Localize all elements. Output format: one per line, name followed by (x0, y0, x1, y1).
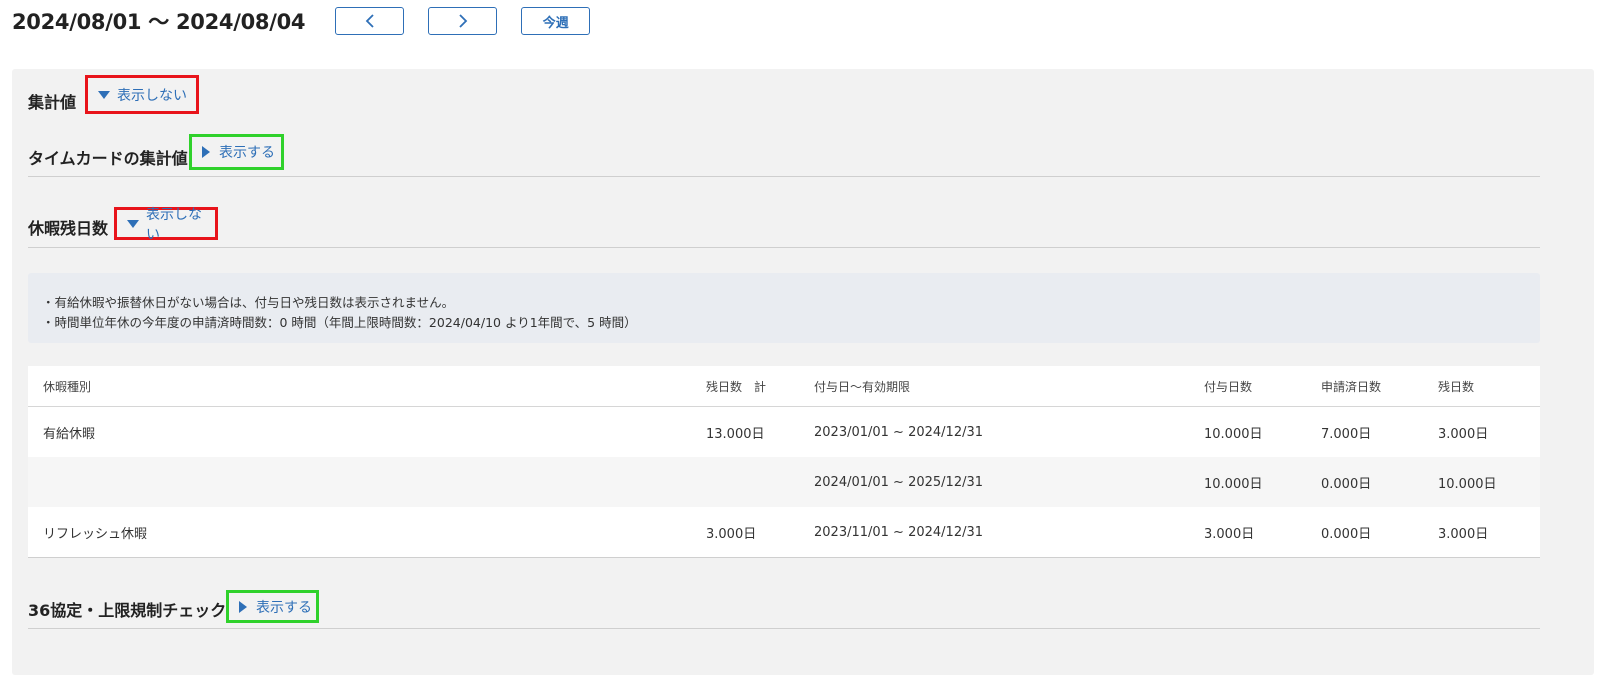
triangle-right-icon (202, 146, 210, 158)
period-toolbar: 2024/08/01 〜 2024/08/04 今週 (12, 6, 591, 36)
triangle-down-icon (127, 219, 139, 228)
chevron-right-icon (459, 14, 467, 28)
grant-period-cell: 2023/11/01 ~ 2024/12/31 (814, 524, 984, 540)
summary-toggle-label: 表示しない (117, 87, 187, 104)
grant-period-cell: 2023/01/01 ~ 2024/12/31 (814, 424, 984, 440)
applied-days-cell: 0.000日 (1321, 476, 1372, 492)
agreement-toggle-button[interactable]: 表示する (226, 590, 319, 623)
leave-type-cell: リフレッシュ休暇 (43, 526, 148, 542)
leave-notice-box: ・有給休暇や振替休日がない場合は、付与日や残日数は表示されません。 ・時間単位年… (28, 273, 1540, 343)
total-remaining-cell: 13.000日 (706, 426, 765, 442)
chevron-left-icon (365, 14, 374, 28)
timecard-toggle-label: 表示する (219, 145, 275, 161)
leave-type-cell: 有給休暇 (43, 426, 96, 442)
column-header-total-remaining: 残日数 計 (706, 379, 767, 394)
timecard-section-title: タイムカードの集計値 (28, 149, 188, 168)
table-header-row: 休暇種別 残日数 計 付与日〜有効期限 付与日数 申請済日数 残日数 (28, 366, 1540, 407)
remaining-days-cell: 3.000日 (1438, 526, 1489, 542)
applied-days-cell: 0.000日 (1321, 526, 1372, 542)
applied-days-cell: 7.000日 (1321, 426, 1372, 442)
granted-days-cell: 10.000日 (1204, 426, 1263, 442)
column-header-applied-days: 申請済日数 (1321, 379, 1382, 394)
prev-period-button[interactable] (335, 7, 405, 35)
table-row: リフレッシュ休暇 3.000日 2023/11/01 ~ 2024/12/31 … (28, 507, 1540, 557)
column-header-leave-type: 休暇種別 (43, 379, 92, 394)
column-header-granted-days: 付与日数 (1204, 379, 1253, 394)
this-week-button[interactable]: 今週 (521, 7, 591, 35)
divider (28, 628, 1540, 629)
notice-line: ・時間単位年休の今年度の申請済時間数：0 時間（年間上限時間数：2024/04/… (42, 315, 637, 330)
next-period-button[interactable] (428, 7, 498, 35)
date-range-title: 2024/08/01 〜 2024/08/04 (12, 10, 306, 34)
total-remaining-cell: 3.000日 (706, 526, 757, 542)
table-row: 2024/01/01 ~ 2025/12/31 10.000日 0.000日 1… (28, 457, 1540, 507)
divider (28, 176, 1540, 177)
triangle-down-icon (98, 90, 110, 99)
grant-period-cell: 2024/01/01 ~ 2025/12/31 (814, 474, 984, 490)
agreement-section-title: 36協定・上限規制チェック (28, 601, 227, 620)
leave-toggle-button[interactable]: 表示しない (114, 207, 218, 243)
triangle-right-icon (239, 600, 247, 613)
column-header-remaining-days: 残日数 (1438, 379, 1475, 394)
leave-toggle-label: 表示しない (146, 206, 202, 243)
summary-toggle-button[interactable]: 表示しない (85, 75, 199, 114)
leave-balance-table: 休暇種別 残日数 計 付与日〜有効期限 付与日数 申請済日数 残日数 有給休暇 … (28, 366, 1540, 558)
divider (28, 247, 1540, 248)
column-header-grant-period: 付与日〜有効期限 (814, 379, 911, 394)
agreement-toggle-label: 表示する (256, 599, 312, 616)
summary-panel: 集計値 表示しない タイムカードの集計値 表示する 休暇残日数 表示しない ・有… (12, 69, 1594, 675)
notice-line: ・有給休暇や振替休日がない場合は、付与日や残日数は表示されません。 (42, 295, 455, 310)
remaining-days-cell: 3.000日 (1438, 426, 1489, 442)
summary-section-title: 集計値 (28, 93, 77, 112)
leave-section-title: 休暇残日数 (28, 219, 109, 238)
granted-days-cell: 10.000日 (1204, 476, 1263, 492)
remaining-days-cell: 10.000日 (1438, 476, 1497, 492)
timecard-toggle-button[interactable]: 表示する (189, 134, 284, 170)
granted-days-cell: 3.000日 (1204, 526, 1255, 542)
table-row: 有給休暇 13.000日 2023/01/01 ~ 2024/12/31 10.… (28, 407, 1540, 457)
